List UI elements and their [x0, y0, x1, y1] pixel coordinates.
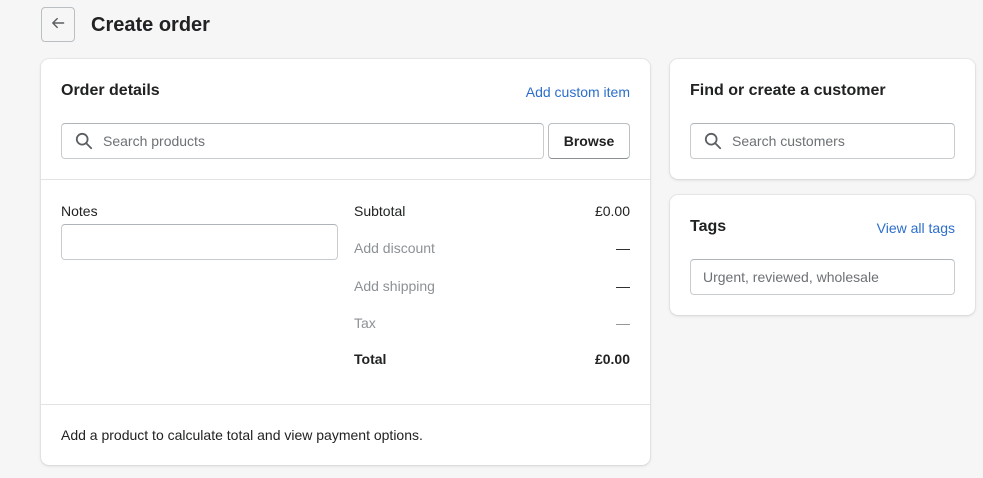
discount-row: Add discount —: [354, 239, 630, 257]
tax-value: —: [616, 315, 630, 331]
search-icon: [704, 132, 722, 150]
order-details-heading: Order details: [61, 82, 160, 99]
customer-card: Find or create a customer: [670, 59, 975, 179]
notes-input[interactable]: [61, 224, 338, 260]
tags-card: Tags View all tags: [670, 195, 975, 315]
total-label: Total: [354, 351, 387, 367]
discount-value: —: [616, 240, 630, 256]
tax-row: Tax —: [354, 314, 630, 332]
total-row: Total £0.00: [354, 350, 630, 368]
subtotal-row: Subtotal £0.00: [354, 202, 630, 220]
search-icon: [75, 132, 93, 150]
view-all-tags-link[interactable]: View all tags: [877, 219, 955, 237]
add-discount-link[interactable]: Add discount: [354, 239, 435, 257]
tags-heading: Tags: [690, 218, 727, 235]
product-search-field[interactable]: [61, 123, 544, 159]
customer-search-input[interactable]: [732, 124, 954, 158]
arrow-left-icon: [50, 15, 66, 34]
add-shipping-link[interactable]: Add shipping: [354, 277, 435, 295]
page-title: Create order: [91, 14, 210, 36]
order-details-card: Order details Add custom item Browse Not…: [41, 59, 650, 465]
subtotal-label: Subtotal: [354, 203, 406, 219]
customer-search-field[interactable]: [690, 123, 955, 159]
add-custom-item-link[interactable]: Add custom item: [526, 83, 630, 101]
shipping-value: —: [616, 278, 630, 294]
notes-label: Notes: [61, 203, 98, 219]
payment-hint-text: Add a product to calculate total and vie…: [61, 427, 423, 443]
product-search-input[interactable]: [103, 124, 543, 158]
shipping-row: Add shipping —: [354, 277, 630, 295]
section-divider: [41, 179, 650, 180]
footer-divider: [41, 404, 650, 405]
total-value: £0.00: [594, 351, 630, 367]
subtotal-value: £0.00: [594, 203, 630, 219]
browse-button[interactable]: Browse: [548, 123, 630, 159]
tags-input[interactable]: [690, 259, 955, 295]
back-button[interactable]: [41, 7, 75, 42]
customer-heading: Find or create a customer: [690, 82, 886, 99]
tax-label: Tax: [354, 315, 376, 331]
